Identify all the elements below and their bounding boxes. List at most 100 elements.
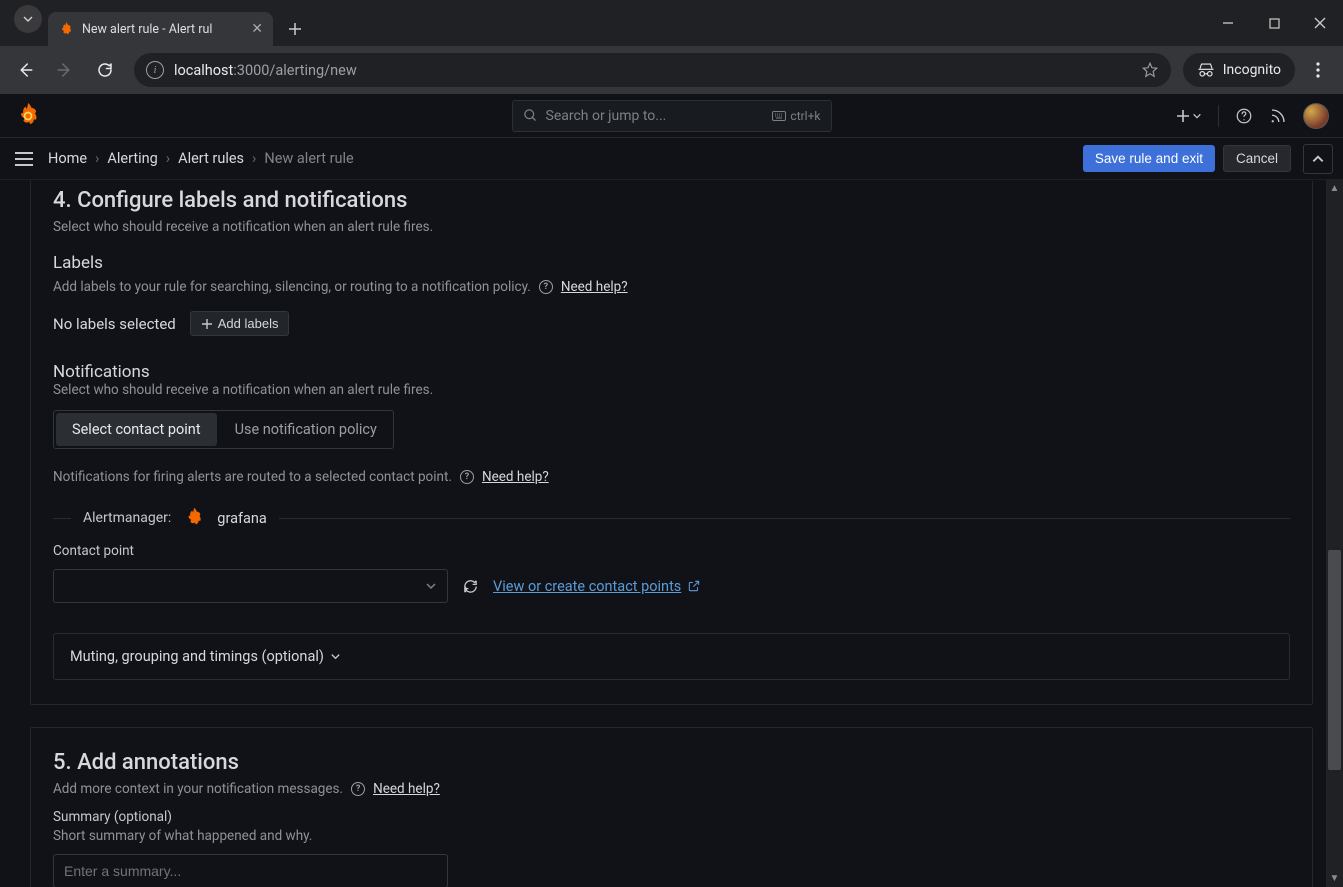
crumb-alerting[interactable]: Alerting	[107, 150, 157, 167]
view-contacts-link[interactable]: View or create contact points	[493, 578, 701, 595]
refresh-contacts-button[interactable]	[462, 578, 479, 595]
reload-button[interactable]	[88, 53, 122, 87]
cancel-button[interactable]: Cancel	[1223, 145, 1291, 172]
option-notification-policy[interactable]: Use notification policy	[219, 411, 393, 448]
browser-titlebar: New alert rule - Alert rul ✕	[0, 0, 1343, 46]
grafana-favicon	[58, 21, 74, 37]
incognito-badge[interactable]: Incognito	[1183, 53, 1295, 87]
cp-info-text: Notifications for firing alerts are rout…	[53, 469, 452, 485]
incognito-label: Incognito	[1223, 62, 1281, 78]
rss-button[interactable]	[1269, 107, 1287, 125]
site-info-icon[interactable]: i	[146, 61, 164, 79]
content-scroll[interactable]: 4. Configure labels and notifications Se…	[0, 180, 1343, 887]
reload-icon	[96, 61, 114, 79]
plus-icon	[1176, 109, 1190, 123]
page-header: Home › Alerting › Alert rules › New aler…	[0, 138, 1343, 180]
section4-subtitle: Select who should receive a notification…	[53, 219, 1290, 235]
window-controls	[1205, 0, 1343, 46]
minimize-button[interactable]	[1205, 0, 1251, 46]
keyboard-icon	[772, 111, 786, 121]
refresh-icon	[462, 578, 479, 595]
browser-tab[interactable]: New alert rule - Alert rul ✕	[48, 12, 273, 46]
routing-option-group: Select contact point Use notification po…	[53, 410, 394, 449]
add-labels-button[interactable]: Add labels	[190, 311, 290, 336]
back-button[interactable]	[8, 53, 42, 87]
crumb-sep: ›	[95, 150, 99, 167]
address-bar[interactable]: i localhost:3000/alerting/new	[134, 53, 1171, 87]
view-contacts-label: View or create contact points	[493, 578, 681, 595]
info-icon: ?	[351, 782, 365, 796]
browser-toolbar: i localhost:3000/alerting/new Incognito	[0, 46, 1343, 94]
summary-input[interactable]	[53, 854, 448, 887]
grafana-app: Search or jump to... ctrl+k Home › Alert…	[0, 94, 1343, 887]
tab-title: New alert rule - Alert rul	[82, 22, 243, 37]
chevron-down-icon	[1192, 111, 1202, 121]
collapse-all-button[interactable]	[1303, 144, 1333, 174]
section-labels-notifications: 4. Configure labels and notifications Se…	[30, 180, 1313, 705]
annotations-help-link[interactable]: Need help?	[373, 781, 440, 797]
scrollbar[interactable]: ▲ ▼	[1326, 180, 1343, 887]
help-button[interactable]	[1235, 107, 1253, 125]
alertmanager-label: Alertmanager:	[83, 510, 171, 526]
no-labels-text: No labels selected	[53, 315, 176, 333]
scroll-thumb[interactable]	[1328, 550, 1341, 770]
info-icon: ?	[460, 470, 474, 484]
grafana-topbar: Search or jump to... ctrl+k	[0, 94, 1343, 138]
notifications-subtitle: Select who should receive a notification…	[53, 382, 1290, 398]
user-avatar[interactable]	[1303, 103, 1329, 129]
chevron-down-icon	[22, 13, 34, 25]
labels-help-text: Add labels to your rule for searching, s…	[53, 279, 531, 295]
crumb-alert-rules[interactable]: Alert rules	[178, 150, 244, 167]
crumb-current: New alert rule	[264, 150, 353, 167]
global-search[interactable]: Search or jump to... ctrl+k	[512, 100, 832, 132]
search-placeholder: Search or jump to...	[546, 108, 667, 124]
close-tab-icon[interactable]: ✕	[251, 21, 263, 37]
alertmanager-name: grafana	[217, 510, 266, 527]
crumb-home[interactable]: Home	[48, 150, 87, 167]
rss-icon	[1269, 107, 1287, 125]
chevron-down-icon	[330, 651, 341, 662]
option-contact-point[interactable]: Select contact point	[56, 413, 217, 446]
cp-help-link[interactable]: Need help?	[482, 469, 549, 485]
section4-title: 4. Configure labels and notifications	[53, 188, 1290, 213]
section5-subtitle: Add more context in your notification me…	[53, 781, 343, 797]
labels-heading: Labels	[53, 253, 1290, 273]
search-kbd: ctrl+k	[772, 109, 820, 123]
plus-icon	[288, 22, 302, 36]
add-menu[interactable]	[1176, 109, 1202, 123]
info-icon: ?	[539, 280, 553, 294]
tab-list-dropdown[interactable]	[14, 5, 42, 33]
divider	[1218, 105, 1219, 127]
contact-point-label: Contact point	[53, 543, 1290, 559]
muting-collapse[interactable]: Muting, grouping and timings (optional)	[53, 633, 1290, 680]
new-tab-button[interactable]	[281, 15, 309, 43]
section-annotations: 5. Add annotations Add more context in y…	[30, 727, 1313, 887]
save-rule-button[interactable]: Save rule and exit	[1083, 145, 1215, 172]
close-window-button[interactable]	[1297, 0, 1343, 46]
scroll-up-arrow[interactable]: ▲	[1326, 180, 1343, 197]
crumb-sep: ›	[166, 150, 170, 167]
scroll-down-arrow[interactable]: ▼	[1326, 870, 1343, 887]
dock-menu-button[interactable]	[10, 145, 38, 173]
hamburger-icon	[14, 151, 34, 167]
contact-point-select[interactable]	[53, 569, 448, 603]
browser-menu-button[interactable]	[1301, 62, 1335, 78]
search-icon	[523, 108, 538, 123]
maximize-button[interactable]	[1251, 0, 1297, 46]
grafana-small-logo	[183, 507, 205, 529]
help-icon	[1235, 107, 1253, 125]
chevron-down-icon	[425, 580, 437, 592]
labels-help-link[interactable]: Need help?	[561, 279, 628, 295]
kebab-icon	[1316, 62, 1320, 78]
plus-icon	[201, 318, 213, 330]
forward-button	[48, 53, 82, 87]
grafana-logo[interactable]	[14, 102, 42, 130]
summary-label: Summary (optional)	[53, 809, 1290, 825]
crumb-sep: ›	[252, 150, 256, 167]
bookmark-icon[interactable]	[1141, 61, 1159, 79]
arrow-right-icon	[56, 61, 74, 79]
add-labels-label: Add labels	[218, 316, 279, 331]
incognito-icon	[1197, 61, 1215, 79]
breadcrumbs: Home › Alerting › Alert rules › New aler…	[48, 150, 354, 167]
arrow-left-icon	[16, 61, 34, 79]
